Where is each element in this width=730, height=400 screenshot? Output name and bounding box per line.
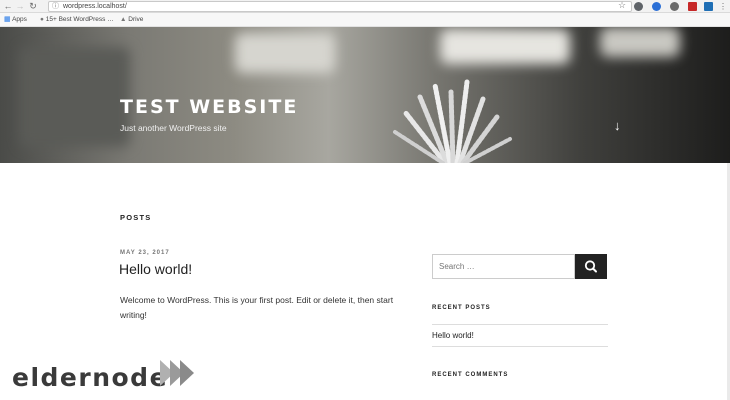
bookmark-star-icon[interactable]: ☆: [618, 0, 626, 10]
drive-icon: ▲: [120, 16, 127, 23]
logo-text: eldernode: [12, 363, 169, 392]
post-excerpt: Welcome to WordPress. This is your first…: [120, 295, 394, 320]
extension-icon[interactable]: [688, 2, 697, 11]
site-header: TEST WEBSITE Just another WordPress site…: [0, 27, 730, 163]
bookmark-label: Drive: [128, 16, 144, 23]
menu-icon[interactable]: ⋮: [717, 0, 729, 13]
header-photo-highlight: [600, 27, 680, 57]
page: ← → ↻ ⓘ wordpress.localhost/ ☆ ⋮ ▦ Apps …: [0, 0, 730, 400]
apps-grid-icon: ▦: [4, 16, 11, 23]
eldernode-watermark-logo: eldernode: [12, 358, 202, 398]
post-title[interactable]: Hello world!: [119, 261, 192, 277]
header-photo-highlight: [235, 33, 335, 73]
search-field[interactable]: [432, 254, 575, 279]
plant-image: [393, 79, 512, 163]
header-photo-shadow: [20, 47, 130, 147]
extension-icon[interactable]: [652, 2, 661, 11]
address-url: wordpress.localhost/: [63, 3, 127, 10]
recent-post-link[interactable]: Hello world!: [432, 331, 474, 340]
scroll-down-arrow-icon[interactable]: ↓: [614, 118, 621, 133]
play-arrows-icon: [160, 360, 194, 386]
bookmark-wordpress[interactable]: ● 15+ Best WordPress …: [40, 13, 114, 27]
info-icon: ⓘ: [52, 3, 59, 10]
bookmark-label: Apps: [12, 16, 27, 23]
bookmark-drive[interactable]: ▲ Drive: [120, 13, 143, 27]
extension-icon[interactable]: [704, 2, 713, 11]
search-input[interactable]: [433, 255, 574, 278]
forward-icon[interactable]: →: [14, 0, 26, 13]
apps-bookmark[interactable]: ▦ Apps: [4, 13, 27, 27]
bookmarks-bar: ▦ Apps ● 15+ Best WordPress … ▲ Drive: [0, 13, 730, 27]
search-button[interactable]: [575, 254, 607, 279]
site-title[interactable]: TEST WEBSITE: [120, 96, 298, 118]
bookmark-label: 15+ Best WordPress …: [45, 16, 114, 23]
recent-comments-heading: RECENT COMMENTS: [432, 372, 509, 378]
divider: [432, 324, 608, 325]
divider: [432, 346, 608, 347]
recent-posts-heading: RECENT POSTS: [432, 305, 491, 311]
address-bar[interactable]: ⓘ wordpress.localhost/: [48, 1, 632, 12]
post-date[interactable]: MAY 23, 2017: [120, 250, 170, 256]
bookmark-favicon-icon: ●: [40, 16, 44, 23]
header-photo-highlight: [440, 29, 570, 64]
site-description: Just another WordPress site: [120, 123, 227, 133]
back-icon[interactable]: ←: [2, 0, 14, 13]
reload-icon[interactable]: ↻: [27, 0, 39, 13]
extension-icon[interactable]: [634, 2, 643, 11]
browser-toolbar: ← → ↻ ⓘ wordpress.localhost/ ☆ ⋮: [0, 0, 730, 13]
posts-heading: POSTS: [120, 213, 152, 222]
search-icon: [584, 260, 597, 273]
extension-icon[interactable]: [670, 2, 679, 11]
